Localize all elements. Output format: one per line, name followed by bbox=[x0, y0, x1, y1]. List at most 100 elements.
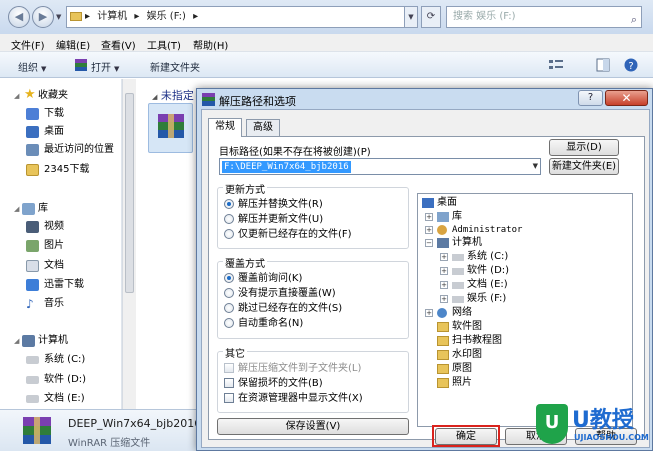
target-path-combo[interactable]: F:\DEEP_Win7x64_bjb2016 ▼ bbox=[219, 158, 541, 175]
watermark-logo-text: U教授 bbox=[572, 408, 634, 433]
rar-icon bbox=[23, 417, 51, 444]
save-settings-button[interactable]: 保存设置(V) bbox=[217, 418, 409, 435]
collapse-triangle-icon[interactable]: ◢ bbox=[152, 93, 157, 101]
user-icon bbox=[437, 225, 447, 235]
expand-icon[interactable]: + bbox=[425, 213, 433, 221]
address-input[interactable]: ▸ 计算机 ▸ 娱乐 (F:) ▸ bbox=[66, 6, 416, 28]
checkbox[interactable] bbox=[224, 393, 234, 403]
view-options-icon[interactable] bbox=[548, 58, 563, 72]
music-icon: ♪ bbox=[26, 298, 39, 310]
folder-icon bbox=[437, 378, 449, 388]
scrollbar-thumb[interactable] bbox=[125, 93, 134, 293]
expand-icon[interactable]: + bbox=[440, 267, 448, 275]
organize-label: 组织 bbox=[18, 63, 38, 74]
computer-icon bbox=[22, 335, 35, 347]
menu-tools[interactable]: 工具(T) bbox=[147, 37, 181, 52]
breadcrumb-drive[interactable]: 娱乐 (F:) bbox=[147, 11, 186, 22]
library-icon bbox=[22, 203, 35, 215]
tree-label: 软件图 bbox=[452, 321, 482, 332]
details-file-name: DEEP_Win7x64_bjb2016.... bbox=[68, 417, 216, 430]
organize-button[interactable]: 组织 ▼ bbox=[18, 59, 46, 74]
tree-label: 文档 (E:) bbox=[467, 279, 508, 290]
collapse-icon[interactable]: − bbox=[425, 239, 433, 247]
breadcrumb-computer[interactable]: 计算机 bbox=[97, 11, 127, 22]
dialog-body: 常规 高级 目标路径(如果不存在将被创建)(P) F:\DEEP_Win7x64… bbox=[201, 109, 650, 448]
help-icon[interactable]: ? bbox=[624, 58, 638, 72]
expand-icon[interactable]: + bbox=[440, 281, 448, 289]
radio-button[interactable] bbox=[224, 288, 234, 298]
option-label: 仅更新已经存在的文件(F) bbox=[238, 229, 352, 240]
nav-item-label: 系统 (C:) bbox=[44, 354, 86, 365]
xunlei-icon bbox=[26, 279, 39, 291]
radio-button[interactable] bbox=[224, 318, 234, 328]
drive-icon bbox=[26, 395, 39, 403]
folder-icon bbox=[26, 164, 39, 176]
nav-scrollbar[interactable] bbox=[122, 79, 136, 409]
picture-icon bbox=[26, 240, 39, 252]
nav-item-label: 文档 bbox=[44, 260, 64, 271]
show-button[interactable]: 显示(D) bbox=[549, 139, 619, 156]
breadcrumb-sep-1: ▸ bbox=[85, 11, 91, 22]
search-icon[interactable]: ⌕ bbox=[631, 10, 637, 30]
file-item-rar[interactable] bbox=[148, 103, 193, 153]
expand-icon[interactable]: + bbox=[425, 309, 433, 317]
help-icon[interactable]: ? bbox=[578, 90, 603, 106]
expand-icon[interactable]: + bbox=[440, 295, 448, 303]
forward-button[interactable]: ▶ bbox=[32, 6, 54, 28]
recent-pages-chevron-icon[interactable]: ▼ bbox=[56, 13, 61, 21]
refresh-icon[interactable]: ⟳ bbox=[421, 6, 441, 28]
menu-edit[interactable]: 编辑(E) bbox=[56, 37, 90, 52]
target-path-value[interactable]: F:\DEEP_Win7x64_bjb2016 bbox=[222, 161, 351, 173]
expand-icon[interactable]: + bbox=[425, 226, 433, 234]
tab-advanced[interactable]: 高级 bbox=[246, 119, 280, 136]
group-header: ◢ 未指定 bbox=[152, 87, 194, 103]
radio-button[interactable] bbox=[224, 229, 234, 239]
radio-button-selected[interactable] bbox=[224, 273, 234, 283]
address-dropdown-chevron-icon[interactable]: ▼ bbox=[404, 6, 418, 28]
update-mode-title: 更新方式 bbox=[223, 181, 267, 196]
nav-item-label: 2345下载 bbox=[44, 164, 90, 175]
expand-icon[interactable]: + bbox=[440, 253, 448, 261]
tab-general[interactable]: 常规 bbox=[208, 118, 242, 137]
radio-button[interactable] bbox=[224, 214, 234, 224]
tree-label: 娱乐 (F:) bbox=[467, 293, 507, 304]
back-button[interactable]: ◀ bbox=[8, 6, 30, 28]
drive-icon bbox=[452, 268, 464, 275]
folder-tree[interactable]: 桌面 + 库 + Administrator − 计算机 + 系统 (C:) +… bbox=[417, 193, 633, 427]
chevron-down-icon[interactable]: ▼ bbox=[533, 162, 538, 170]
menu-file[interactable]: 文件(F) bbox=[11, 37, 45, 52]
expand-triangle-icon[interactable]: ◢ bbox=[14, 333, 19, 349]
checkbox[interactable] bbox=[224, 363, 234, 373]
option-label: 没有提示直接覆盖(W) bbox=[238, 288, 336, 299]
address-bar-area: ◀ ▶ ▼ ▸ 计算机 ▸ 娱乐 (F:) ▸ ▼ ⟳ 搜索 娱乐 (F:) ⌕ bbox=[0, 0, 653, 34]
tree-label: 系统 (C:) bbox=[467, 251, 509, 262]
group-header-label: 未指定 bbox=[160, 89, 194, 102]
close-icon[interactable]: ✕ bbox=[605, 90, 648, 106]
details-file-type: WinRAR 压缩文件 bbox=[68, 438, 151, 449]
checkbox[interactable] bbox=[224, 378, 234, 388]
menu-view[interactable]: 查看(V) bbox=[101, 37, 136, 52]
expand-triangle-icon[interactable]: ◢ bbox=[14, 88, 19, 104]
new-folder-button[interactable]: 新建文件夹(E) bbox=[549, 158, 619, 175]
ok-button-highlight bbox=[432, 425, 500, 447]
tree-label: Administrator bbox=[452, 225, 523, 235]
drive-icon bbox=[26, 376, 39, 384]
new-folder-button[interactable]: 新建文件夹 bbox=[150, 59, 200, 74]
desktop-icon bbox=[26, 126, 39, 138]
expand-triangle-icon[interactable]: ◢ bbox=[14, 201, 19, 217]
radio-button[interactable] bbox=[224, 303, 234, 313]
tree-label: 桌面 bbox=[437, 197, 457, 208]
preview-pane-icon[interactable] bbox=[596, 58, 610, 72]
option-label: 解压并更新文件(U) bbox=[238, 214, 324, 225]
option-label: 覆盖前询问(K) bbox=[238, 273, 303, 284]
watermark-logo: U U教授 UJIAOSHOU.COM bbox=[534, 400, 653, 451]
tree-label: 照片 bbox=[452, 377, 472, 388]
breadcrumb-sep-2: ▸ bbox=[134, 11, 140, 22]
open-button[interactable]: 打开 ▼ bbox=[91, 59, 119, 74]
menu-help[interactable]: 帮助(H) bbox=[193, 37, 228, 52]
nav-item-label: 视频 bbox=[44, 221, 64, 232]
option-label: 保留损坏的文件(B) bbox=[238, 378, 323, 389]
search-input[interactable]: 搜索 娱乐 (F:) ⌕ bbox=[446, 6, 642, 28]
menu-bar: 文件(F) 编辑(E) 查看(V) 工具(T) 帮助(H) bbox=[0, 34, 653, 52]
radio-button-selected[interactable] bbox=[224, 199, 234, 209]
